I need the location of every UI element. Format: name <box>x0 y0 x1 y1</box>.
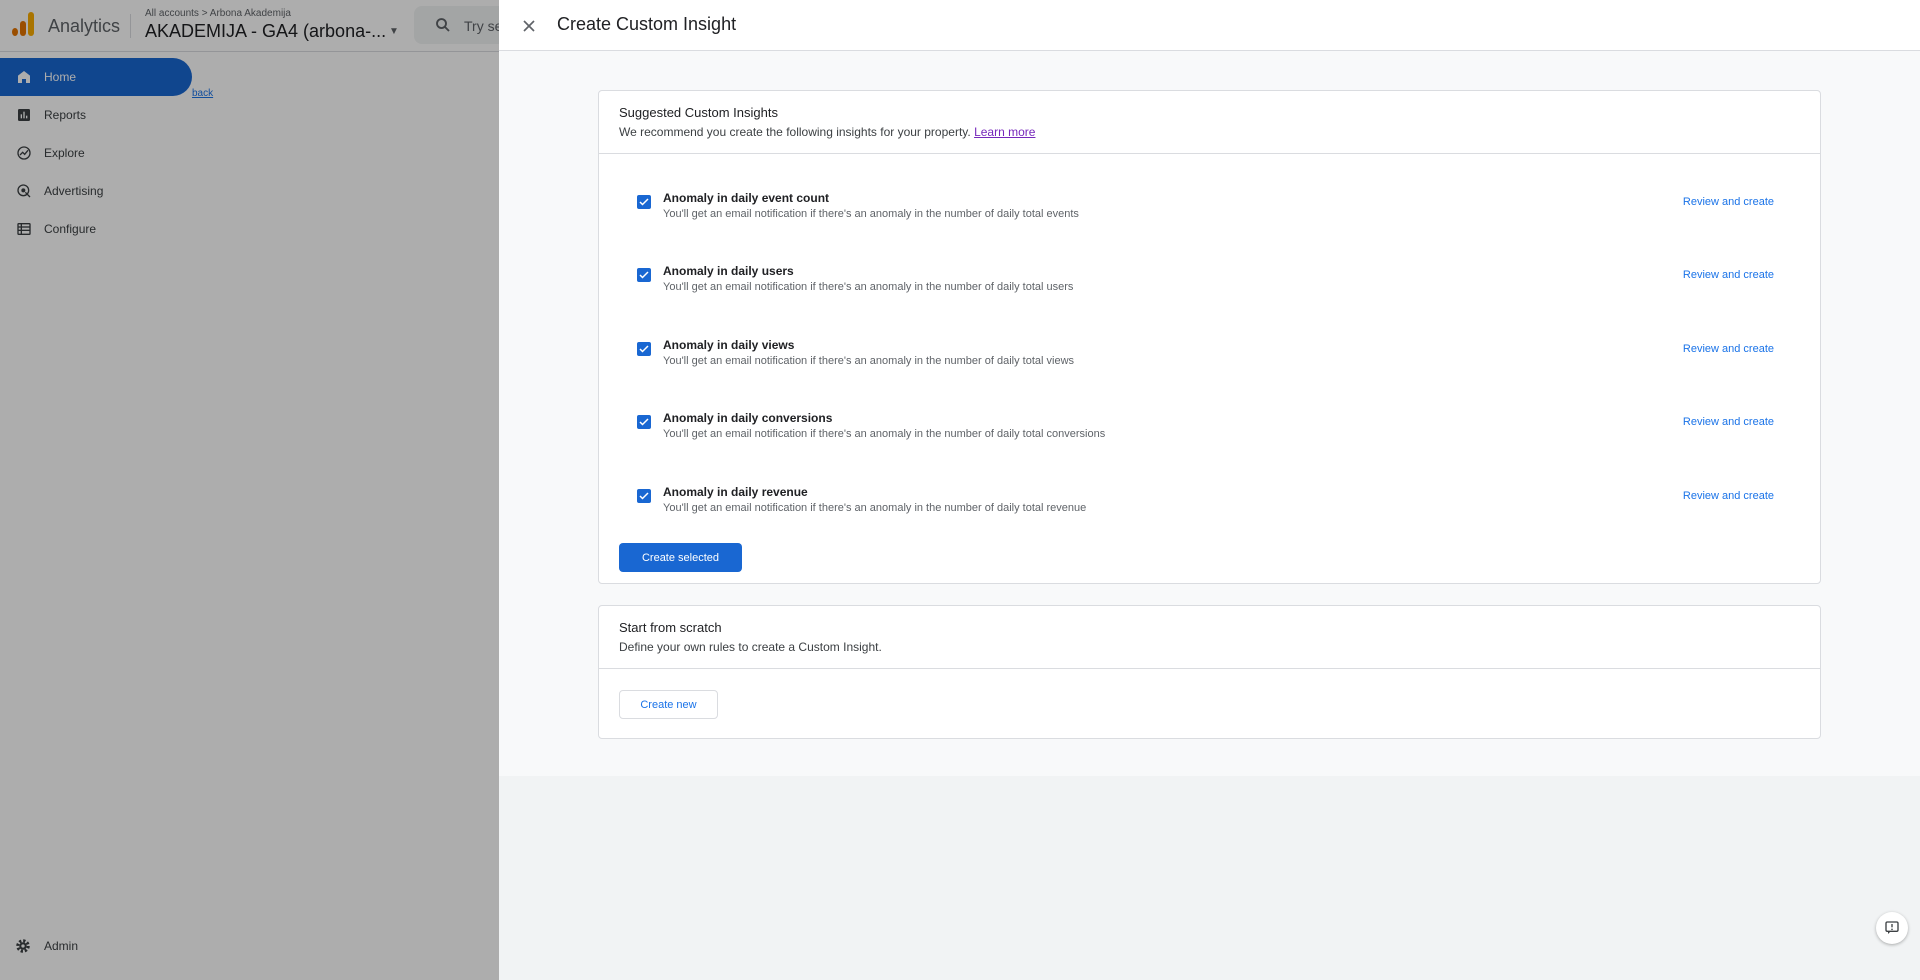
checkmark-icon <box>639 198 649 206</box>
insight-row: Anomaly in daily conversions You'll get … <box>599 411 1820 451</box>
panel-header: Create Custom Insight <box>499 0 1920 51</box>
insight-description: You'll get an email notification if ther… <box>663 355 1075 367</box>
insight-description: You'll get an email notification if ther… <box>663 208 1079 220</box>
card-subtitle: We recommend you create the following in… <box>619 125 1800 139</box>
insight-title: Anomaly in daily revenue <box>663 485 808 499</box>
insight-title: Anomaly in daily users <box>663 264 794 278</box>
review-and-create-link[interactable]: Review and create <box>1683 416 1774 428</box>
insight-row: Anomaly in daily revenue You'll get an e… <box>599 485 1820 525</box>
checkbox[interactable] <box>637 268 651 282</box>
panel-title: Create Custom Insight <box>557 14 737 34</box>
feedback-button[interactable] <box>1876 912 1908 944</box>
checkmark-icon <box>639 418 649 426</box>
create-custom-insight-panel: Create Custom Insight Suggested Custom I… <box>499 0 1920 980</box>
checkmark-icon <box>639 271 649 279</box>
create-new-button[interactable]: Create new <box>619 690 718 719</box>
review-and-create-link[interactable]: Review and create <box>1683 490 1774 502</box>
card-title: Start from scratch <box>619 620 722 635</box>
insight-title: Anomaly in daily views <box>663 338 795 352</box>
insight-title: Anomaly in daily event count <box>663 191 830 205</box>
learn-more-link[interactable]: Learn more <box>974 125 1035 139</box>
close-icon[interactable] <box>519 16 539 36</box>
review-and-create-link[interactable]: Review and create <box>1683 196 1774 208</box>
checkmark-icon <box>639 492 649 500</box>
start-from-scratch-card: Start from scratch Define your own rules… <box>598 605 1821 739</box>
insight-row: Anomaly in daily views You'll get an ema… <box>599 338 1820 378</box>
insight-description: You'll get an email notification if ther… <box>663 502 1087 514</box>
insight-description: You'll get an email notification if ther… <box>663 428 1106 440</box>
card-header: Suggested Custom Insights We recommend y… <box>599 91 1820 154</box>
insight-description: You'll get an email notification if ther… <box>663 281 1074 293</box>
checkbox[interactable] <box>637 342 651 356</box>
card-title: Suggested Custom Insights <box>619 105 778 120</box>
insight-title: Anomaly in daily conversions <box>663 411 833 425</box>
checkbox[interactable] <box>637 489 651 503</box>
card-header: Start from scratch Define your own rules… <box>599 606 1820 669</box>
insight-row: Anomaly in daily event count You'll get … <box>599 191 1820 231</box>
create-selected-button[interactable]: Create selected <box>619 543 742 572</box>
card-subtitle: Define your own rules to create a Custom… <box>619 640 882 654</box>
checkbox[interactable] <box>637 195 651 209</box>
card-subtitle-text: We recommend you create the following in… <box>619 125 971 139</box>
panel-body: Suggested Custom Insights We recommend y… <box>499 51 1920 776</box>
suggested-insights-card: Suggested Custom Insights We recommend y… <box>598 90 1821 584</box>
feedback-icon <box>1885 921 1899 934</box>
insight-row: Anomaly in daily users You'll get an ema… <box>599 264 1820 304</box>
review-and-create-link[interactable]: Review and create <box>1683 269 1774 281</box>
review-and-create-link[interactable]: Review and create <box>1683 343 1774 355</box>
checkmark-icon <box>639 345 649 353</box>
checkbox[interactable] <box>637 415 651 429</box>
